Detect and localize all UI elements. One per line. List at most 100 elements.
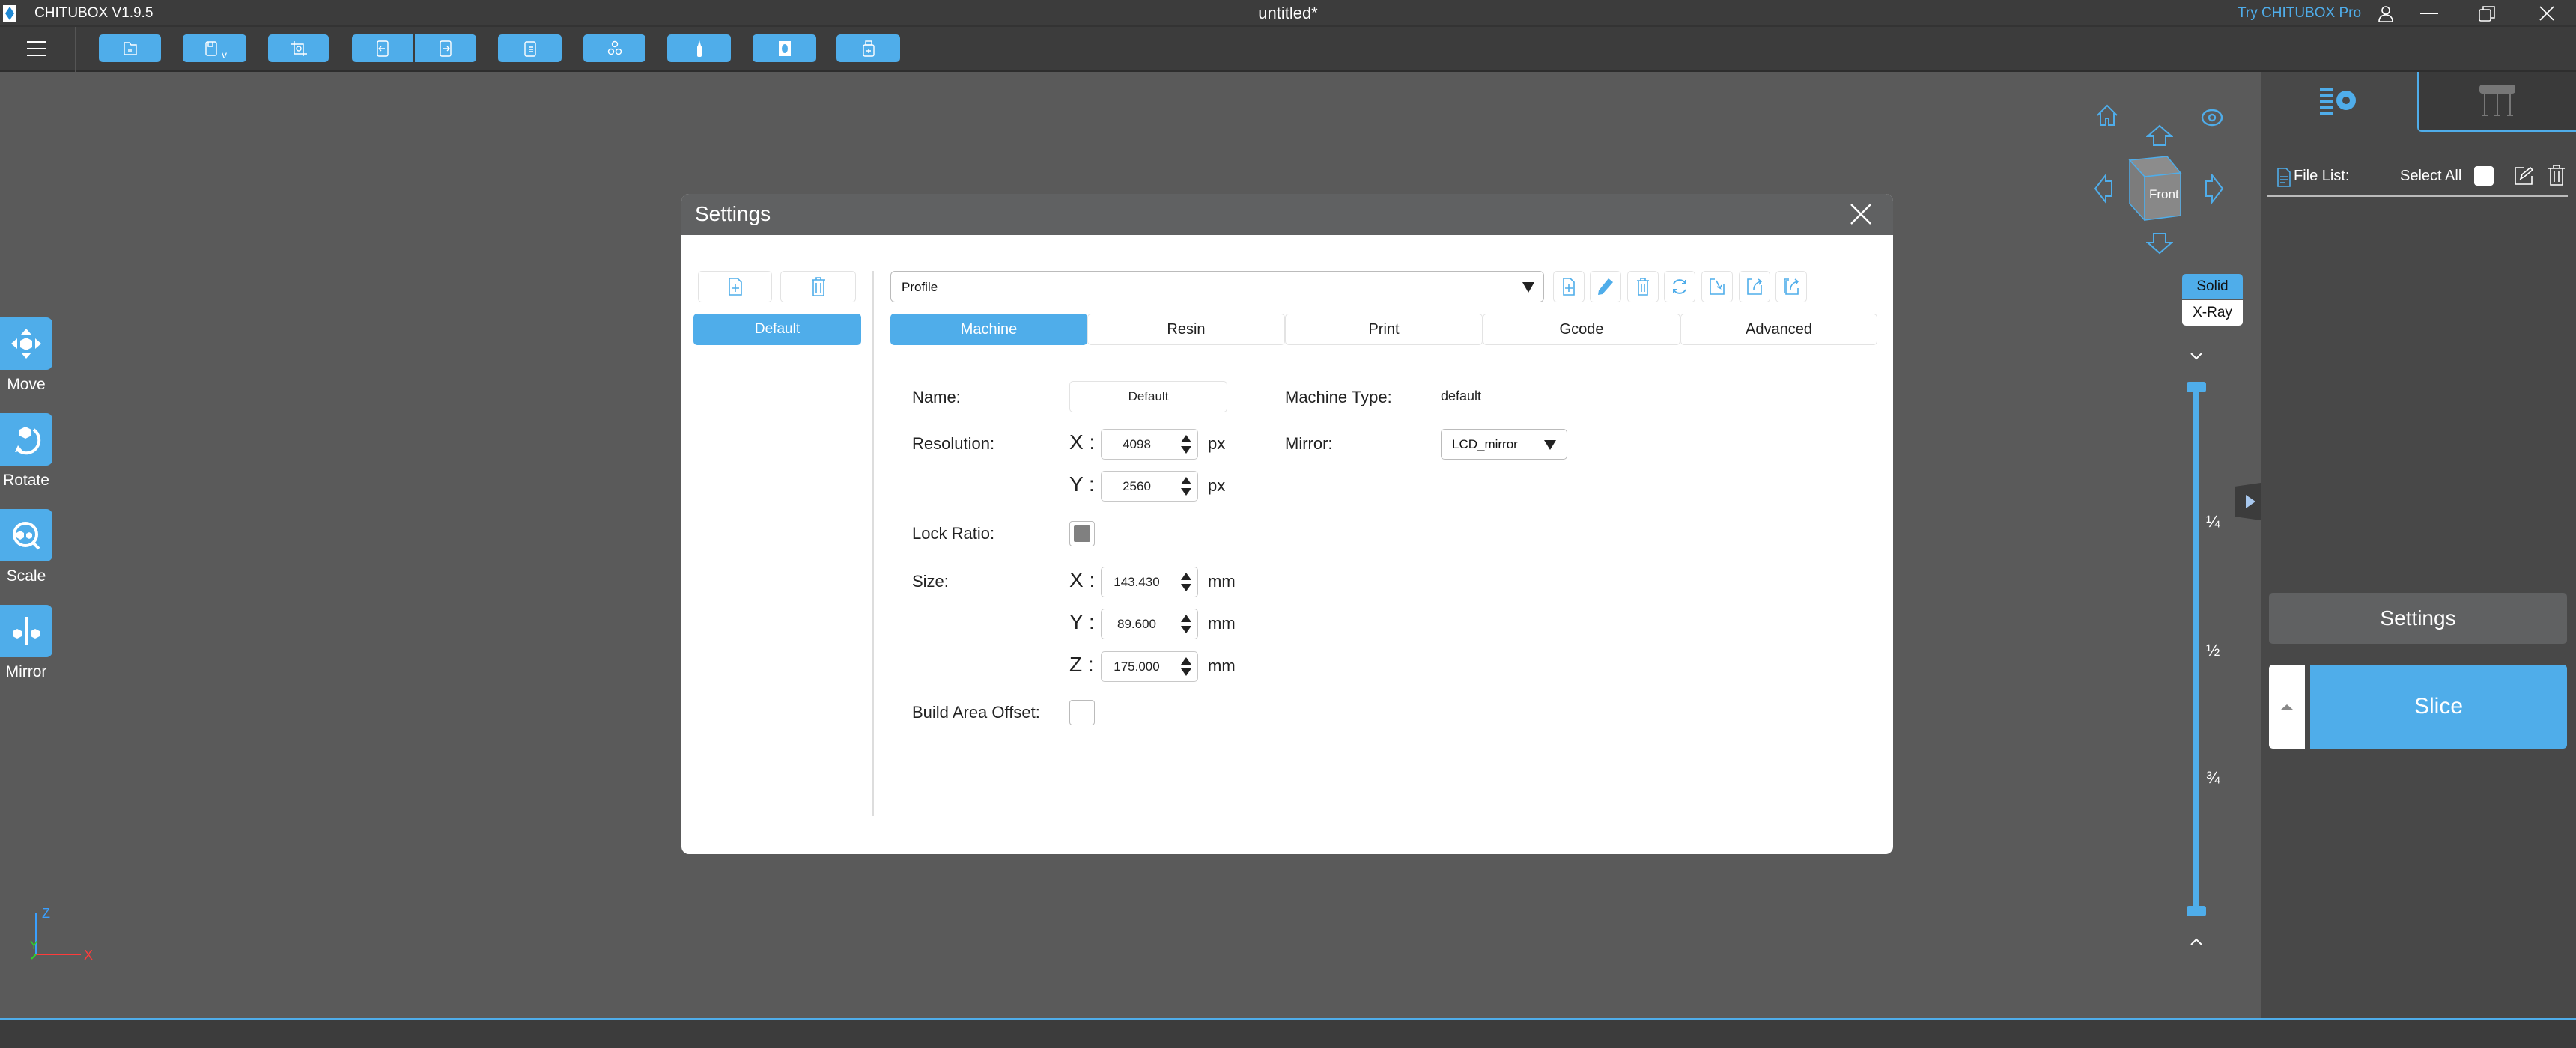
decrement-icon[interactable]	[1181, 446, 1191, 454]
increment-icon[interactable]	[1181, 657, 1191, 665]
slice-button[interactable]: Slice	[2310, 665, 2567, 749]
increment-icon[interactable]	[1181, 573, 1191, 580]
home-view-icon[interactable]	[2095, 103, 2119, 131]
rotate-right-arrow-icon[interactable]	[2205, 173, 2224, 207]
list-settings-icon	[2319, 88, 2356, 115]
tab-gcode[interactable]: Gcode	[1483, 314, 1680, 345]
redo-button[interactable]	[415, 34, 476, 62]
scale-tool-button[interactable]	[0, 509, 52, 561]
size-z-input[interactable]: 175.000	[1101, 651, 1198, 682]
rotate-up-arrow-icon[interactable]	[2145, 124, 2174, 150]
tab-advanced[interactable]: Advanced	[1680, 314, 1877, 345]
close-window-button[interactable]	[2539, 5, 2555, 25]
increment-icon[interactable]	[1181, 477, 1191, 484]
minimize-button[interactable]	[2420, 13, 2438, 14]
lock-ratio-checkbox[interactable]	[1069, 521, 1095, 546]
layer-slider-top-handle[interactable]	[2187, 382, 2206, 392]
close-dialog-button[interactable]	[1850, 203, 1872, 229]
new-profile-button[interactable]	[1553, 271, 1585, 302]
layer-slider-track[interactable]	[2193, 388, 2199, 913]
delete-profile-icon-button[interactable]	[1627, 271, 1659, 302]
size-label: Size:	[912, 572, 949, 591]
user-icon[interactable]	[2377, 4, 2395, 26]
rotate-tool-button[interactable]	[0, 413, 52, 466]
build-area-offset-checkbox[interactable]	[1069, 700, 1095, 725]
hollow-button[interactable]	[753, 34, 816, 62]
edit-profile-button[interactable]	[1590, 271, 1621, 302]
solid-mode-button[interactable]: Solid	[2182, 274, 2243, 299]
resolution-x-label: X :	[1069, 430, 1096, 454]
reset-profile-button[interactable]	[1664, 271, 1695, 302]
delete-file-icon[interactable]	[2548, 165, 2566, 189]
resolution-x-value: 4098	[1123, 437, 1151, 451]
slider-mark-three-quarter: ¾	[2206, 768, 2220, 787]
build-area-offset-label: Build Area Offset:	[912, 703, 1040, 722]
eye-view-icon[interactable]	[2200, 107, 2224, 132]
tab-resin[interactable]: Resin	[1087, 314, 1285, 345]
view-cube[interactable]: Front	[2128, 154, 2196, 225]
dialog-title: Settings	[695, 202, 771, 225]
settings-button[interactable]: Settings	[2269, 593, 2567, 644]
menu-icon[interactable]	[27, 40, 46, 61]
tab-machine[interactable]: Machine	[890, 314, 1087, 345]
rotate-left-arrow-icon[interactable]	[2094, 173, 2113, 207]
resolution-x-input[interactable]: 4098	[1101, 429, 1198, 460]
resolution-y-input[interactable]: 2560	[1101, 471, 1198, 502]
xray-mode-button[interactable]: X-Ray	[2182, 300, 2243, 326]
size-x-label: X :	[1069, 568, 1096, 591]
mirror-select[interactable]: LCD_mirror	[1441, 429, 1567, 460]
chitubox-logo-icon	[3, 5, 16, 22]
rotate-down-arrow-icon[interactable]	[2145, 232, 2174, 258]
increment-icon[interactable]	[1181, 435, 1191, 442]
open-file-button[interactable]	[99, 34, 161, 62]
delete-profile-button[interactable]	[780, 271, 856, 302]
decrement-icon[interactable]	[1181, 488, 1191, 496]
profile-select[interactable]: Profile	[890, 271, 1544, 302]
size-x-input[interactable]: 143.430	[1101, 567, 1198, 597]
decrement-icon[interactable]	[1181, 668, 1191, 676]
svg-text:Z: Z	[42, 906, 50, 921]
try-pro-link[interactable]: Try CHITUBOX Pro	[2238, 5, 2361, 22]
export-all-icon	[1784, 278, 1799, 295]
chevron-up-icon[interactable]	[2187, 936, 2206, 951]
export-profile-button[interactable]	[1739, 271, 1770, 302]
decrement-icon[interactable]	[1181, 584, 1191, 591]
restore-button[interactable]	[2479, 5, 2495, 25]
right-panel: File List: Select All Settings Slice	[2261, 72, 2576, 1018]
decrement-icon[interactable]	[1181, 626, 1191, 633]
export-button[interactable]	[836, 34, 900, 62]
tab-print[interactable]: Print	[1285, 314, 1483, 345]
size-x-unit: mm	[1208, 572, 1236, 591]
increment-icon[interactable]	[1181, 615, 1191, 622]
auto-layout-icon	[291, 40, 307, 56]
dropdown-arrow-icon	[1544, 440, 1556, 450]
add-profile-button[interactable]	[698, 271, 772, 302]
view-cube-front-label: Front	[2149, 187, 2179, 201]
auto-layout-button[interactable]	[268, 34, 329, 62]
tab-model-settings[interactable]	[2261, 72, 2417, 132]
undo-button[interactable]	[352, 34, 413, 62]
support-icon	[696, 40, 702, 57]
duplicate-button[interactable]	[583, 34, 645, 62]
save-button[interactable]: v	[183, 34, 246, 62]
size-y-value: 89.600	[1117, 617, 1156, 631]
export-all-profiles-button[interactable]	[1775, 271, 1807, 302]
redo-icon	[440, 40, 452, 57]
layer-slider-bottom-handle[interactable]	[2187, 906, 2206, 916]
profile-item-default[interactable]: Default	[693, 314, 861, 345]
status-bar	[0, 1018, 2576, 1048]
select-all-checkbox[interactable]	[2474, 166, 2494, 186]
collapse-panel-button[interactable]	[2235, 483, 2261, 520]
file-list-label: File List:	[2294, 168, 2350, 184]
tab-supports[interactable]	[2417, 72, 2576, 132]
file-list-button[interactable]	[498, 34, 562, 62]
support-button[interactable]	[667, 34, 731, 62]
chevron-down-icon[interactable]	[2187, 350, 2206, 366]
mirror-tool-button[interactable]	[0, 605, 52, 657]
import-profile-button[interactable]	[1701, 271, 1733, 302]
slice-options-button[interactable]	[2269, 665, 2305, 749]
move-tool-button[interactable]	[0, 317, 52, 370]
name-field[interactable]: Default	[1069, 381, 1227, 412]
rename-icon[interactable]	[2514, 166, 2534, 189]
size-y-input[interactable]: 89.600	[1101, 609, 1198, 639]
